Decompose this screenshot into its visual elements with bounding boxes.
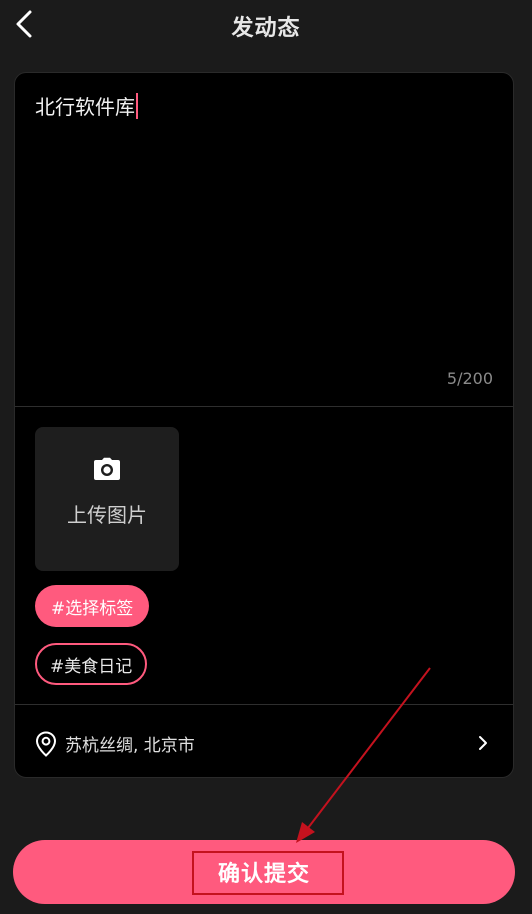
select-tag-button[interactable]: #选择标签: [35, 585, 150, 627]
page-title: 发动态: [231, 16, 301, 41]
upload-image-label: 上传图片: [67, 503, 147, 527]
post-text-area[interactable]: 北行软件库 5/200: [15, 73, 513, 407]
post-text-input[interactable]: 北行软件库: [35, 91, 138, 120]
location-text: 苏杭丝绸, 北京市: [65, 736, 195, 756]
location-row[interactable]: 苏杭丝绸, 北京市: [15, 705, 513, 777]
post-editor-card: 北行软件库 5/200 上传图片 #选择标签 #美食日记 苏杭丝绸, 北京市: [14, 72, 514, 778]
upload-image-button[interactable]: 上传图片: [35, 427, 179, 571]
camera-icon: [94, 457, 120, 480]
submit-button[interactable]: 确认提交: [13, 840, 515, 904]
char-counter: 5/200: [446, 369, 493, 388]
location-pin-icon: [35, 731, 57, 757]
divider: [15, 406, 513, 407]
text-caret: [136, 92, 138, 119]
chevron-right-icon: [479, 736, 487, 750]
top-bar: 发动态: [0, 0, 532, 48]
post-text-content: 北行软件库: [35, 95, 135, 119]
submit-label: 确认提交: [217, 862, 310, 887]
tag-chip[interactable]: #美食日记: [35, 643, 148, 685]
